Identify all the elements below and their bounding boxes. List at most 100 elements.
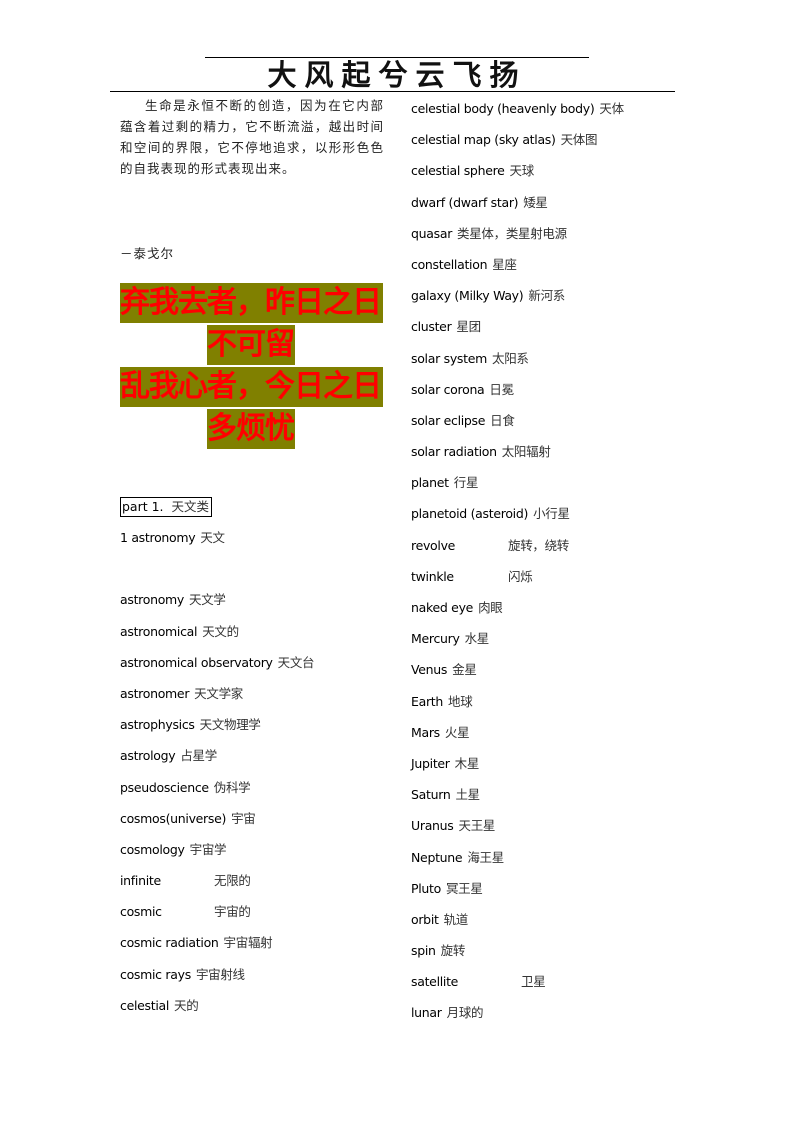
vocab-entry: cosmic rays 宇宙射线	[120, 966, 314, 997]
vocab-en: Saturn	[411, 787, 451, 803]
vocab-zh: 火星	[444, 724, 470, 740]
poem-line: 弃我去者，昨日之日	[120, 283, 383, 323]
vocab-en: Uranus	[411, 818, 454, 834]
vocab-zh: 太阳辐射	[501, 444, 551, 460]
vocab-zh: 天的	[174, 997, 199, 1013]
vocab-en: Neptune	[411, 849, 463, 865]
vocab-en: celestial	[120, 997, 170, 1013]
vocab-zh: 天体图	[560, 132, 598, 148]
vocab-en: cosmic radiation	[120, 935, 219, 951]
vocab-en: cluster	[411, 319, 452, 335]
poem-line: 不可留	[207, 325, 295, 365]
vocab-zh: 肉眼	[478, 600, 503, 615]
vocab-entry: astrology 占星学	[120, 747, 314, 778]
vocab-en: satellite	[411, 974, 459, 990]
vocab-entry: astronomy 天文学	[120, 591, 314, 622]
vocab-en: celestial body (heavenly body)	[411, 101, 595, 116]
vocab-zh: 宇宙	[231, 810, 256, 826]
vocab-zh: 天文台	[277, 654, 315, 670]
vocab-zh: 日食	[490, 412, 515, 428]
vocab-entry: astronomical observatory 天文台	[120, 654, 315, 685]
vocab-entry: Jupiter 木星	[411, 755, 691, 786]
vocab-zh: 天体	[599, 101, 624, 116]
vocab-zh: 天球	[509, 163, 535, 179]
vocab-en: orbit	[411, 911, 439, 927]
vocab-en: cosmology	[120, 841, 185, 857]
vocab-en: solar corona	[411, 381, 485, 397]
vocab-zh: 宇宙射线	[195, 966, 245, 982]
vocab-zh: 闪烁	[508, 568, 533, 584]
vocab-en: revolve	[411, 537, 456, 553]
vocab-zh: 行星	[453, 475, 479, 491]
vocab-entry: celestial map (sky atlas) 天体图	[411, 131, 691, 162]
vocab-entry: solar corona 日冕	[411, 381, 691, 412]
vocab-entry: Saturn 土星	[411, 786, 691, 817]
tagore-quote: 生命是永恒不断的创造，因为在它内部蕴含着过剩的精力，它不断流溢，越出时间和空间的…	[120, 98, 384, 176]
vocab-zh: 类星体，类星射电源	[457, 225, 567, 241]
vocab-entry: Mars 火星	[411, 724, 691, 755]
vocab-en: celestial sphere	[411, 163, 505, 179]
vocab-en: Mars	[411, 724, 440, 740]
vocab-zh: 伪科学	[213, 779, 251, 795]
vocab-en: naked eye	[411, 600, 474, 615]
vocab-en: galaxy (Milky Way)	[411, 288, 524, 304]
vocab-entry: solar eclipse 日食	[411, 412, 691, 443]
vocab-en: dwarf (dwarf star)	[411, 194, 519, 210]
vocab-zh: 宇宙学	[189, 841, 227, 857]
vocab-entry: orbit 轨道	[411, 911, 691, 942]
page-header-title: 大风起兮云飞扬	[267, 58, 527, 92]
vocab-zh: 轨道	[443, 911, 469, 927]
vocab-en: infinite	[120, 873, 161, 889]
vocab-zh: 矮星	[523, 194, 548, 210]
vocab-entry: twinkle 闪烁	[411, 568, 691, 599]
vocab-en: planet	[411, 475, 449, 491]
vocab-en: Jupiter	[411, 755, 450, 771]
vocab-entry: astrophysics 天文物理学	[120, 716, 314, 747]
vocab-entry: lunar 月球的	[411, 1004, 691, 1035]
vocab-en: spin	[411, 943, 436, 959]
vocab-entry: constellation 星座	[411, 256, 691, 287]
header-rule-bottom	[110, 91, 675, 92]
vocab-entry: dwarf (dwarf star) 矮星	[411, 194, 691, 225]
vocab-entry: cosmos(universe) 宇宙	[120, 810, 314, 841]
vocab-entry: spin 旋转	[411, 942, 691, 973]
vocab-entry: Venus 金星	[411, 661, 691, 692]
vocab-zh: 星座	[492, 256, 517, 272]
vocab-en: pseudoscience	[120, 779, 209, 795]
vocab-entry: Uranus 天王星	[411, 817, 691, 848]
poem-line: 乱我心者，今日之日	[120, 367, 383, 407]
vocab-en: solar eclipse	[411, 412, 486, 428]
vocab-entry: astronomer 天文学家	[120, 685, 314, 716]
vocab-entry: planetoid (asteroid) 小行星	[411, 505, 691, 536]
vocab-en: celestial map (sky atlas)	[411, 132, 556, 148]
vocab-zh: 天文学家	[194, 685, 243, 701]
part-heading-en: part 1.	[122, 499, 164, 514]
vocab-zh: 无限的	[214, 873, 251, 889]
vocab-en: Earth	[411, 693, 444, 709]
vocab-en: solar system	[411, 350, 487, 366]
vocab-entry: celestial sphere 天球	[411, 162, 691, 193]
vocab-entry: planet 行星	[411, 474, 691, 505]
right-vocab-list: celestial body (heavenly body) 天体 celesti…	[411, 100, 691, 1036]
vocab-zh: 宇宙辐射	[223, 935, 273, 951]
vocab-en: twinkle	[411, 568, 454, 584]
vocab-en: lunar	[411, 1005, 442, 1021]
vocab-entry: satellite 卫星	[411, 973, 691, 1004]
left-column: 生命是永恒不断的创造，因为在它内部蕴含着过剩的精力，它不断流溢，越出时间和空间的…	[120, 95, 384, 1013]
vocab-en: cosmic	[120, 904, 162, 920]
vocab-entry: galaxy (Milky Way) 新河系	[411, 287, 691, 318]
vocab-zh: 冥王星	[445, 880, 483, 896]
vocab-zh: 卫星	[521, 974, 546, 990]
vocab-zh: 天文学	[189, 592, 226, 608]
vocab-en: solar radiation	[411, 444, 497, 460]
vocab-entry: solar system 太阳系	[411, 350, 691, 381]
vocab-en: cosmos(universe)	[120, 810, 227, 826]
vocab-zh: 太阳系	[492, 350, 529, 366]
vocab-entry: cosmology 宇宙学	[120, 841, 314, 872]
vocab-en: Venus	[411, 662, 448, 678]
left-vocab-list: 1 astronomy 天文 astronomy 天文学 astronomical 天…	[120, 529, 315, 1028]
vocab-entry: infinite 无限的	[120, 872, 314, 903]
vocab-zh: 土星	[455, 787, 480, 803]
poem-line: 多烦忧	[207, 409, 295, 449]
vocab-zh: 小行星	[533, 506, 570, 522]
